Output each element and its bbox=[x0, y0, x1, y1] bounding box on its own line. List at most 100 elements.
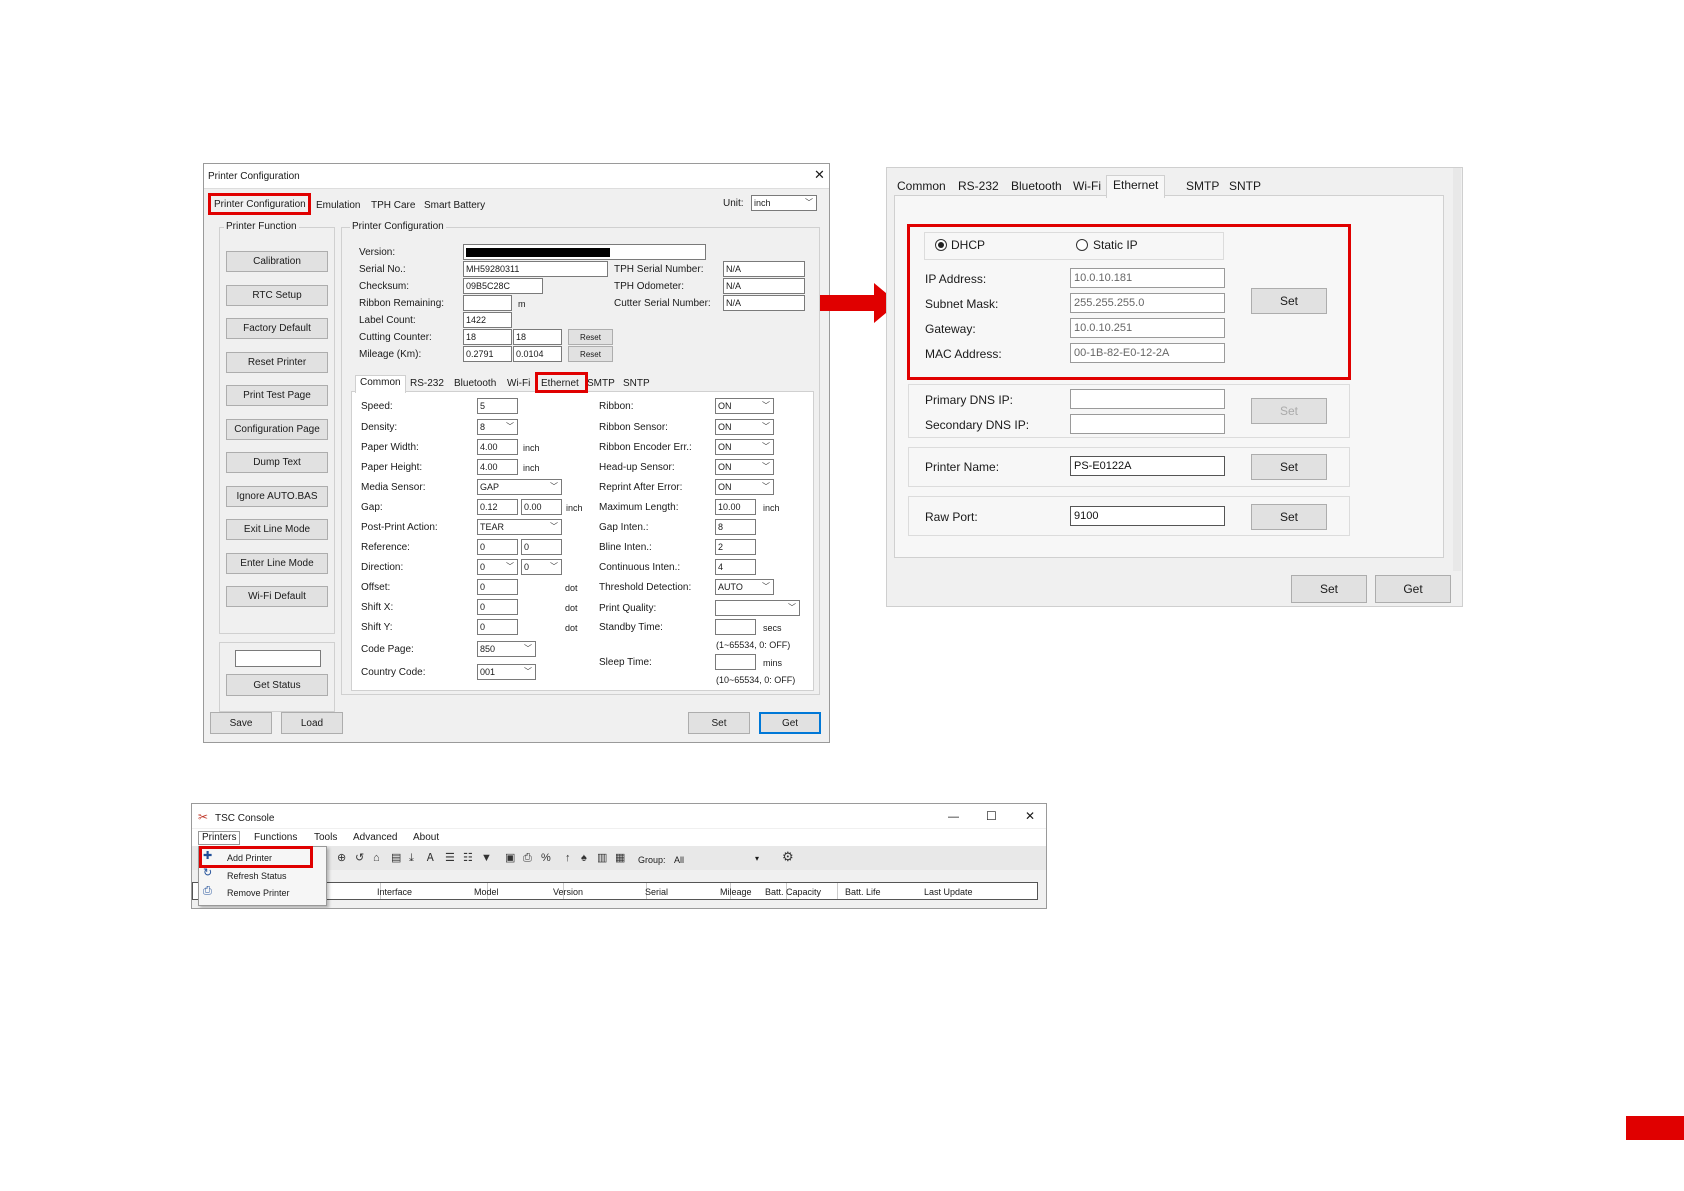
eth-tab-ethernet[interactable]: Ethernet bbox=[1106, 175, 1166, 198]
tab-smart-battery[interactable]: Smart Battery bbox=[424, 200, 485, 212]
bottom-set-button[interactable]: Set bbox=[1291, 575, 1367, 603]
print-quality-select[interactable]: ﹀ bbox=[715, 600, 800, 616]
tab-tph-care[interactable]: TPH Care bbox=[371, 200, 415, 212]
dump-text-button[interactable]: Dump Text bbox=[226, 452, 328, 473]
shift-y-field[interactable]: 0 bbox=[477, 619, 518, 635]
standby-field[interactable] bbox=[715, 619, 756, 635]
unit-select[interactable]: inch ﹀ bbox=[751, 195, 817, 211]
raw-port-field[interactable]: 9100 bbox=[1070, 506, 1225, 526]
reset-mileage-button[interactable]: Reset bbox=[568, 346, 613, 362]
subtab-smtp[interactable]: SMTP bbox=[587, 378, 615, 390]
column-header[interactable]: Interface bbox=[377, 886, 412, 898]
reprint-select[interactable]: ON ﹀ bbox=[715, 479, 774, 495]
print-test-page-button[interactable]: Print Test Page bbox=[226, 385, 328, 406]
menu-functions[interactable]: Functions bbox=[254, 832, 297, 844]
subtab-sntp[interactable]: SNTP bbox=[623, 378, 650, 390]
column-divider[interactable] bbox=[837, 883, 838, 899]
get-status-button[interactable]: Get Status bbox=[226, 674, 328, 696]
menu-printers[interactable]: Printers bbox=[198, 831, 241, 845]
column-header[interactable]: Batt. Life bbox=[845, 886, 881, 898]
ethernet-scrollbar-track[interactable] bbox=[1453, 168, 1461, 571]
gap-inten-field[interactable]: 8 bbox=[715, 519, 756, 535]
column-header[interactable]: Serial bbox=[645, 886, 668, 898]
set-printer-name-button[interactable]: Set bbox=[1251, 454, 1327, 480]
bell-icon[interactable]: ♠ bbox=[581, 852, 587, 864]
subtab-common[interactable]: Common bbox=[355, 375, 406, 393]
eth-tab-bluetooth[interactable]: Bluetooth bbox=[1011, 179, 1062, 193]
ribbon-select[interactable]: ON ﹀ bbox=[715, 398, 774, 414]
eth-tab-rs232[interactable]: RS-232 bbox=[958, 179, 999, 193]
column-header[interactable]: Last Update bbox=[924, 886, 973, 898]
direction-select-1[interactable]: 0 ﹀ bbox=[477, 559, 518, 575]
sleep-field[interactable] bbox=[715, 654, 756, 670]
speed-field[interactable]: 5 bbox=[477, 398, 518, 414]
paper-height-field[interactable]: 4.00 bbox=[477, 459, 518, 475]
density-select[interactable]: 8 ﹀ bbox=[477, 419, 518, 435]
column-header[interactable]: Batt. Capacity bbox=[765, 886, 821, 898]
continuous-inten-field[interactable]: 4 bbox=[715, 559, 756, 575]
download-icon[interactable]: ⤓ bbox=[409, 852, 414, 864]
subtab-rs232[interactable]: RS-232 bbox=[410, 378, 444, 390]
minimize-icon[interactable]: — bbox=[948, 811, 959, 823]
ribbon-sensor-select[interactable]: ON ﹀ bbox=[715, 419, 774, 435]
bline-inten-field[interactable]: 2 bbox=[715, 539, 756, 555]
list-edit-icon[interactable]: ☷ bbox=[463, 852, 473, 864]
menu-about[interactable]: About bbox=[413, 832, 439, 844]
list-icon[interactable]: ☰ bbox=[445, 852, 455, 864]
gear-icon[interactable]: ⚙ bbox=[782, 850, 794, 863]
font-icon[interactable]: Ꭺ bbox=[427, 852, 434, 864]
column-header[interactable]: Model bbox=[474, 886, 499, 898]
calibration-button[interactable]: Calibration bbox=[226, 251, 328, 272]
set-raw-port-button[interactable]: Set bbox=[1251, 504, 1327, 530]
reference-field-2[interactable]: 0 bbox=[521, 539, 562, 555]
factory-default-button[interactable]: Factory Default bbox=[226, 318, 328, 339]
image-icon[interactable]: ▣ bbox=[505, 852, 515, 864]
printer-icon[interactable]: ⎙ bbox=[523, 852, 532, 864]
menu-refresh-status[interactable]: Refresh Status bbox=[227, 870, 287, 882]
wifi-default-button[interactable]: Wi-Fi Default bbox=[226, 586, 328, 607]
exit-line-mode-button[interactable]: Exit Line Mode bbox=[226, 519, 328, 540]
head-up-select[interactable]: ON ﹀ bbox=[715, 459, 774, 475]
grid-icon[interactable]: ▦ bbox=[615, 852, 625, 864]
secondary-dns-field[interactable] bbox=[1070, 414, 1225, 434]
max-length-field[interactable]: 10.00 bbox=[715, 499, 756, 515]
globe-icon[interactable]: ⊕ bbox=[337, 852, 346, 864]
close-icon[interactable]: ✕ bbox=[814, 168, 825, 181]
code-page-select[interactable]: 850 ﹀ bbox=[477, 641, 536, 657]
ignore-auto-bas-button[interactable]: Ignore AUTO.BAS bbox=[226, 485, 328, 507]
close-icon[interactable]: ✕ bbox=[1025, 810, 1035, 822]
home-icon[interactable]: ⌂ bbox=[373, 852, 380, 864]
load-button[interactable]: Load bbox=[281, 712, 343, 734]
arrow-up-icon[interactable]: ↑ bbox=[565, 852, 571, 864]
gap-field-1[interactable]: 0.12 bbox=[477, 499, 518, 515]
set-dns-button[interactable]: Set bbox=[1251, 398, 1327, 424]
column-header[interactable]: Version bbox=[553, 886, 583, 898]
percent-icon[interactable]: % bbox=[541, 852, 551, 864]
tab-emulation[interactable]: Emulation bbox=[316, 200, 360, 212]
direction-select-2[interactable]: 0 ﹀ bbox=[521, 559, 562, 575]
bottom-get-button[interactable]: Get bbox=[1375, 575, 1451, 603]
chart-icon[interactable]: ▥ bbox=[597, 852, 607, 864]
menu-advanced[interactable]: Advanced bbox=[353, 832, 397, 844]
printer-name-field[interactable]: PS-E0122A bbox=[1070, 456, 1225, 476]
document-icon[interactable]: ▤ bbox=[391, 852, 401, 864]
subtab-bluetooth[interactable]: Bluetooth bbox=[454, 378, 496, 390]
subtab-wifi[interactable]: Wi-Fi bbox=[507, 378, 530, 390]
post-print-select[interactable]: TEAR ﹀ bbox=[477, 519, 562, 535]
offset-field[interactable]: 0 bbox=[477, 579, 518, 595]
enter-line-mode-button[interactable]: Enter Line Mode bbox=[226, 552, 328, 574]
paper-width-field[interactable]: 4.00 bbox=[477, 439, 518, 455]
ribbon-encoder-select[interactable]: ON ﹀ bbox=[715, 439, 774, 455]
eth-tab-sntp[interactable]: SNTP bbox=[1229, 179, 1261, 193]
menu-remove-printer[interactable]: Remove Printer bbox=[227, 887, 290, 899]
set-button[interactable]: Set bbox=[688, 712, 750, 734]
reset-printer-button[interactable]: Reset Printer bbox=[226, 351, 328, 373]
reference-field-1[interactable]: 0 bbox=[477, 539, 518, 555]
threshold-select[interactable]: AUTO ﹀ bbox=[715, 579, 774, 595]
rtc-setup-button[interactable]: RTC Setup bbox=[226, 284, 328, 306]
country-code-select[interactable]: 001 ﹀ bbox=[477, 664, 536, 680]
undo-icon[interactable]: ↺ bbox=[355, 852, 364, 864]
gap-field-2[interactable]: 0.00 bbox=[521, 499, 562, 515]
get-button[interactable]: Get bbox=[759, 712, 821, 734]
primary-dns-field[interactable] bbox=[1070, 389, 1225, 409]
